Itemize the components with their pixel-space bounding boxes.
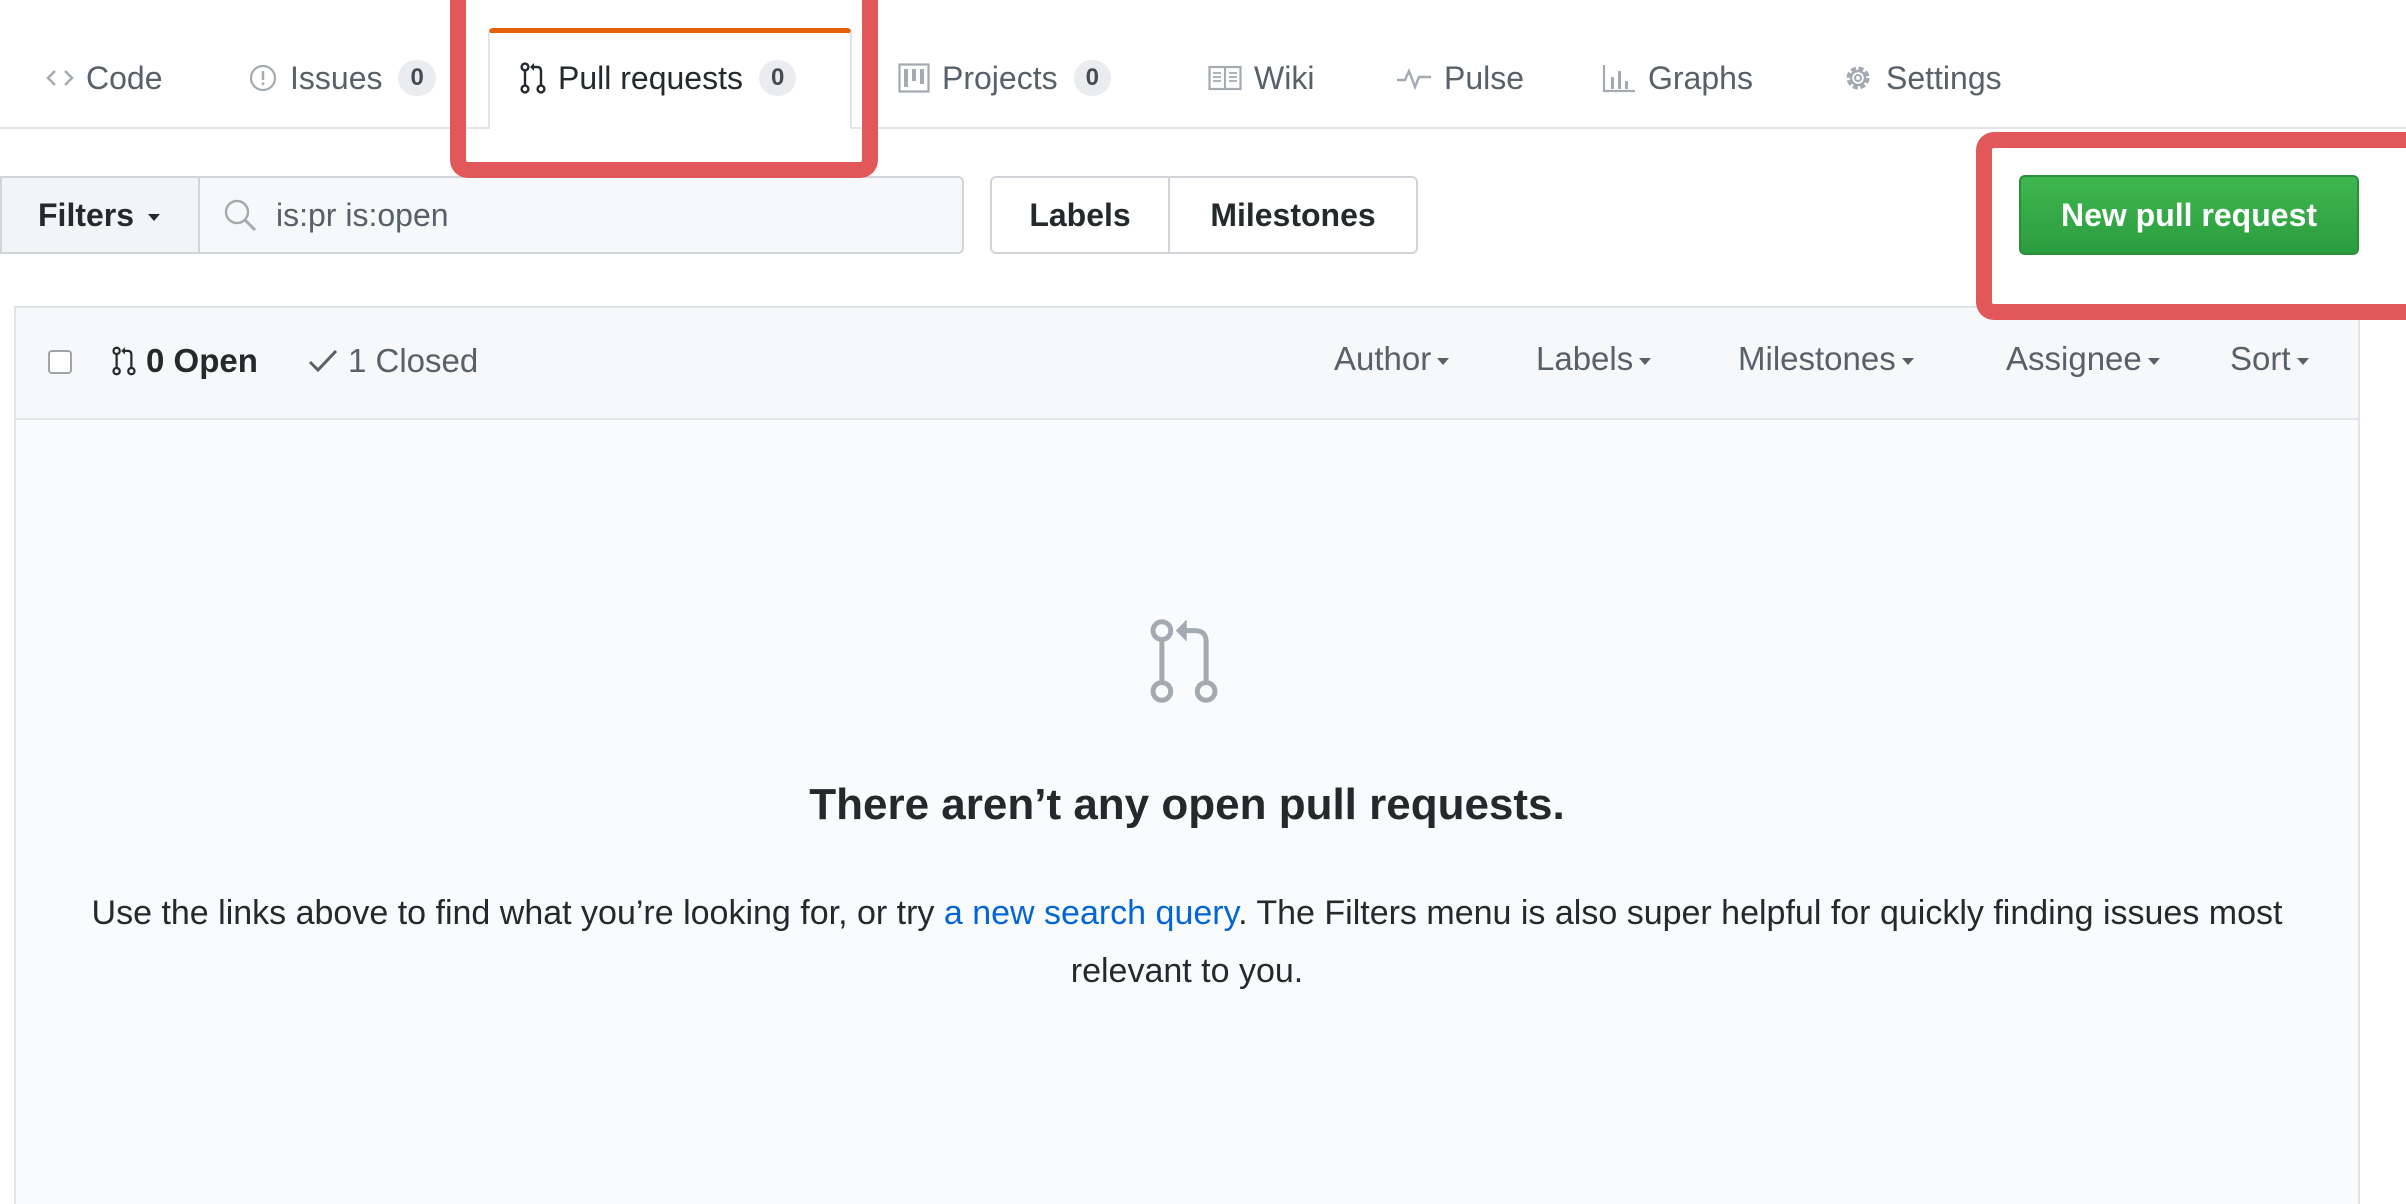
- highlight-pull-requests-tab: [450, 0, 878, 178]
- projects-counter: 0: [1073, 60, 1111, 96]
- open-state-link[interactable]: 0 Open: [112, 342, 258, 380]
- filters-button[interactable]: Filters: [0, 176, 200, 254]
- git-pull-request-icon: [1146, 614, 1222, 708]
- tab-label: Settings: [1886, 59, 2002, 96]
- chevron-down-icon: [2296, 357, 2309, 365]
- author-filter[interactable]: Author: [1334, 340, 1450, 378]
- filter-label: Labels: [1536, 340, 1634, 377]
- milestones-filter[interactable]: Milestones: [1738, 340, 1914, 378]
- gear-icon: [1842, 62, 1874, 94]
- closed-count: 1 Closed: [348, 342, 479, 379]
- tab-label: Code: [86, 59, 163, 96]
- issues-counter: 0: [398, 60, 436, 96]
- filters-label: Filters: [38, 196, 135, 233]
- filter-label: Assignee: [2006, 340, 2142, 377]
- tabnav-underline: [0, 127, 2406, 129]
- milestones-button[interactable]: Milestones: [1170, 176, 1418, 254]
- chevron-down-icon: [1639, 357, 1652, 365]
- highlight-new-pull-request-button: [1976, 132, 2406, 320]
- code-icon: [46, 66, 74, 90]
- search-icon: [222, 197, 258, 233]
- tab-issues[interactable]: Issues 0: [248, 50, 436, 106]
- search-field[interactable]: [198, 176, 964, 254]
- labels-milestones-group: Labels Milestones: [990, 176, 1418, 254]
- blankslate-text-before: Use the links above to find what you’re …: [91, 894, 944, 932]
- blankslate-text: Use the links above to find what you’re …: [80, 884, 2294, 1000]
- open-count: 0 Open: [146, 342, 258, 379]
- tab-settings[interactable]: Settings: [1842, 50, 2002, 106]
- search-input[interactable]: [274, 195, 962, 235]
- assignee-filter[interactable]: Assignee: [2006, 340, 2160, 378]
- tab-label: Wiki: [1254, 59, 1315, 96]
- book-icon: [1208, 65, 1242, 91]
- new-search-query-link[interactable]: a new search query: [944, 894, 1238, 932]
- filter-label: Sort: [2230, 340, 2291, 377]
- labels-filter[interactable]: Labels: [1536, 340, 1652, 378]
- filter-label: Author: [1334, 340, 1432, 377]
- chevron-down-icon: [1437, 357, 1450, 365]
- tab-label: Graphs: [1648, 59, 1753, 96]
- labels-button[interactable]: Labels: [990, 176, 1170, 254]
- graph-icon: [1602, 63, 1636, 93]
- blankslate-title: There aren’t any open pull requests.: [809, 780, 1565, 829]
- tab-label: Projects: [942, 59, 1058, 96]
- pulse-icon: [1396, 65, 1432, 91]
- tab-projects[interactable]: Projects 0: [898, 50, 1111, 106]
- select-all-checkbox[interactable]: [48, 350, 72, 374]
- closed-state-link[interactable]: 1 Closed: [308, 342, 478, 380]
- chevron-down-icon: [148, 213, 161, 221]
- check-icon: [308, 348, 338, 374]
- git-pull-request-icon: [112, 345, 136, 377]
- chevron-down-icon: [2147, 357, 2160, 365]
- issues-listing: [14, 306, 2360, 1204]
- filter-label: Milestones: [1738, 340, 1896, 377]
- tab-graphs[interactable]: Graphs: [1602, 50, 1753, 106]
- tab-pulse[interactable]: Pulse: [1396, 50, 1524, 106]
- blankslate-text-after: . The Filters menu is also super helpful…: [1070, 894, 2283, 990]
- sort-filter[interactable]: Sort: [2230, 340, 2309, 378]
- issue-opened-icon: [248, 63, 278, 93]
- tab-wiki[interactable]: Wiki: [1208, 50, 1314, 106]
- chevron-down-icon: [1901, 357, 1914, 365]
- project-icon: [898, 63, 930, 93]
- tab-label: Issues: [290, 59, 383, 96]
- tab-label: Pulse: [1444, 59, 1525, 96]
- tab-code[interactable]: Code: [46, 50, 163, 106]
